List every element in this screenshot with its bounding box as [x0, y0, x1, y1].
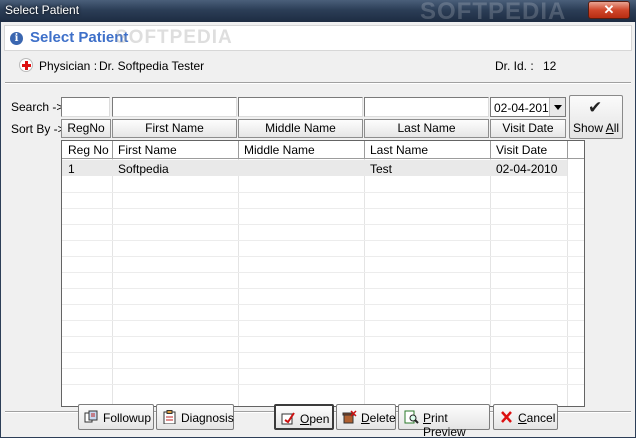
grid-header-middle-name[interactable]: Middle Name — [244, 143, 315, 157]
sort-visit-date-button[interactable]: Visit Date — [490, 119, 566, 138]
doctor-id-value: 12 — [543, 59, 557, 73]
grid-row-divider — [62, 272, 584, 273]
grid-header-divider — [238, 141, 239, 159]
followup-label: Followup — [103, 411, 152, 425]
cell-last-name: Test — [370, 162, 393, 176]
diagnosis-button[interactable]: Diagnosis — [156, 404, 234, 430]
open-label: Open — [300, 412, 330, 426]
grid-row-divider — [62, 256, 584, 257]
grid-row-divider — [62, 240, 584, 241]
search-regno-input[interactable] — [61, 97, 110, 117]
grid-col-divider — [238, 141, 239, 406]
delete-label: Delete — [361, 411, 396, 425]
cancel-label: Cancel — [518, 411, 556, 425]
cell-first-name: Softpedia — [118, 162, 169, 176]
grid-row-divider — [62, 352, 584, 353]
doctor-id-label: Dr. Id. : — [495, 59, 534, 73]
grid-header-visit-date[interactable]: Visit Date — [496, 143, 547, 157]
show-all-button[interactable]: ✔ Show All — [569, 95, 623, 139]
grid-row-divider — [62, 368, 584, 369]
sort-last-name-button[interactable]: Last Name — [364, 119, 489, 138]
dialog-body: i Select Patient SOFTPEDIA Physician : D… — [0, 22, 636, 438]
grid-col-divider — [364, 141, 365, 406]
grid-col-divider — [490, 141, 491, 406]
search-last-name-input[interactable] — [364, 97, 489, 117]
grid-header: Reg No First Name Middle Name Last Name … — [62, 141, 584, 159]
grid-row-divider — [62, 384, 584, 385]
header-title: Select Patient — [30, 29, 129, 46]
grid-header-first-name[interactable]: First Name — [118, 143, 177, 157]
window-title: Select Patient — [5, 3, 80, 17]
sort-by-label: Sort By -> — [11, 122, 65, 136]
search-first-name-input[interactable] — [112, 97, 237, 117]
close-button[interactable]: ✕ — [588, 1, 630, 19]
separator-top — [5, 82, 631, 84]
physician-row: Physician : Dr. Softpedia Tester Dr. Id.… — [9, 54, 629, 76]
followup-button[interactable]: Followup — [78, 404, 154, 430]
table-row[interactable]: 1 Softpedia Test 02-04-2010 — [62, 160, 567, 176]
grid-col-divider — [112, 141, 113, 406]
header-panel: i Select Patient SOFTPEDIA — [4, 25, 632, 51]
grid-row-divider — [62, 304, 584, 305]
grid-row-divider — [62, 224, 584, 225]
delete-icon — [342, 410, 357, 424]
search-middle-name-input[interactable] — [238, 97, 363, 117]
clipboard-icon — [163, 410, 176, 424]
grid-header-divider — [490, 141, 491, 159]
visit-date-value: 02-04-2010 — [494, 101, 556, 115]
open-button[interactable]: Open — [274, 404, 334, 430]
open-icon — [281, 412, 295, 425]
sort-first-name-button[interactable]: First Name — [112, 119, 237, 138]
grid-row-divider — [62, 288, 584, 289]
cell-visit-date: 02-04-2010 — [496, 162, 558, 176]
cancel-icon — [501, 411, 512, 423]
physician-label: Physician : — [39, 59, 98, 73]
checkmark-icon: ✔ — [588, 98, 603, 117]
print-preview-label: Print Preview — [423, 411, 466, 438]
title-bar: Select Patient SOFTPEDIA ✕ — [0, 0, 636, 25]
visit-date-picker[interactable]: 02-04-2010 — [490, 97, 566, 117]
cancel-button[interactable]: Cancel — [493, 404, 558, 430]
info-icon: i — [10, 32, 23, 45]
grid-row-divider — [62, 336, 584, 337]
grid-header-divider — [567, 141, 568, 159]
grid-row-divider — [62, 208, 584, 209]
search-label: Search -> — [11, 100, 64, 114]
medical-cross-icon — [19, 58, 33, 72]
cell-regno: 1 — [68, 162, 75, 176]
grid-header-divider — [112, 141, 113, 159]
grid-row-divider — [62, 320, 584, 321]
grid-col-divider — [567, 141, 568, 406]
sort-middle-name-button[interactable]: Middle Name — [238, 119, 363, 138]
grid-header-divider — [364, 141, 365, 159]
physician-name: Dr. Softpedia Tester — [99, 59, 205, 73]
header-watermark: SOFTPEDIA — [115, 27, 233, 48]
followup-icon — [84, 410, 98, 423]
show-all-label: Show All — [572, 121, 620, 135]
print-preview-button[interactable]: Print Preview — [398, 404, 490, 438]
grid-header-regno[interactable]: Reg No — [68, 143, 109, 157]
print-preview-icon — [404, 410, 419, 424]
grid-header-last-name[interactable]: Last Name — [370, 143, 428, 157]
grid-row-divider — [62, 192, 584, 193]
sort-regno-button[interactable]: RegNo — [61, 119, 111, 138]
diagnosis-label: Diagnosis — [181, 411, 234, 425]
delete-button[interactable]: Delete — [336, 404, 396, 430]
chevron-down-icon[interactable] — [549, 98, 565, 116]
patient-grid[interactable]: Reg No First Name Middle Name Last Name … — [61, 140, 585, 407]
